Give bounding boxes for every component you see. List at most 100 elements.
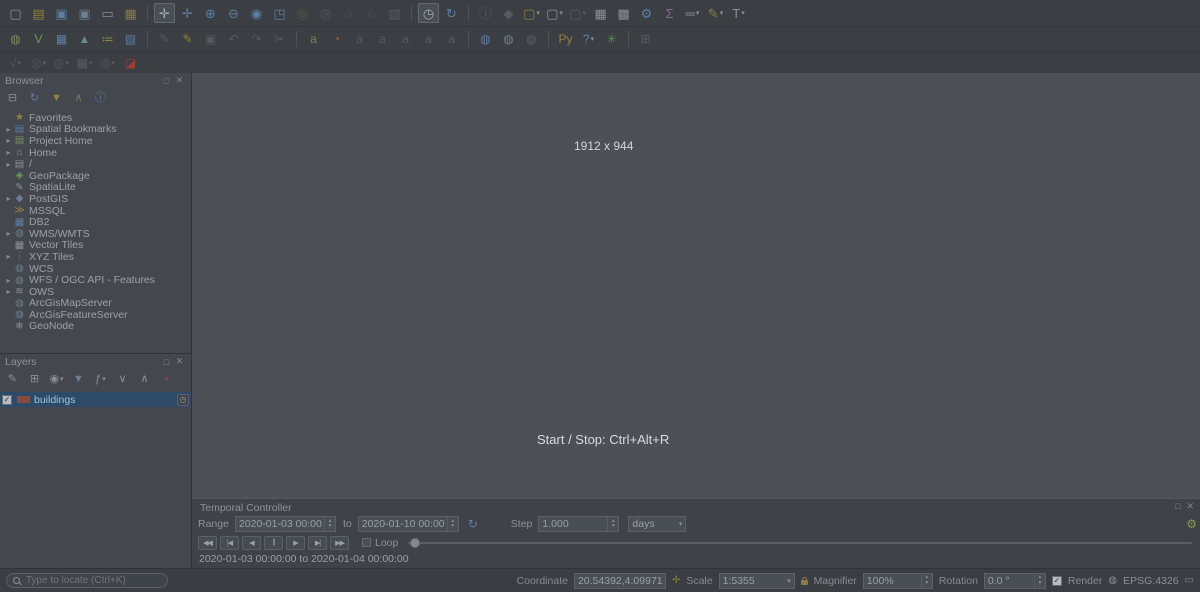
label-change-icon[interactable]: a [441, 29, 462, 49]
layer-diagram-icon[interactable]: ◔ [326, 29, 347, 49]
set-range-from-layers-icon[interactable]: ↻ [468, 517, 478, 531]
browser-collapse-icon[interactable]: ∧ [70, 90, 87, 106]
layer-styling-icon[interactable]: ✎ [4, 371, 21, 387]
zoom-full-icon[interactable]: ◳ [269, 3, 290, 23]
label-highlight-icon[interactable]: a [372, 29, 393, 49]
lock-scale-icon[interactable] [801, 580, 808, 585]
spinner-down-icon[interactable]: ▾ [1039, 581, 1042, 587]
open-project-icon[interactable]: ▤ [28, 3, 49, 23]
processing-toolbox-icon[interactable]: ⊞ [635, 29, 656, 49]
spinner-down-icon[interactable]: ▾ [612, 524, 615, 530]
browser-refresh-icon[interactable]: ↻ [26, 90, 43, 106]
fast-forward-button[interactable]: ▶▶ [330, 536, 349, 550]
temporal-controller-icon[interactable]: ◷ [418, 3, 439, 23]
render-checkbox[interactable]: ✓ [1052, 576, 1062, 586]
collapse-all-icon[interactable]: ∧ [136, 371, 153, 387]
float-panel-icon[interactable]: □ [1175, 501, 1180, 512]
osm-search-icon[interactable]: ◍ [521, 29, 542, 49]
float-panel-icon[interactable]: □ [160, 357, 173, 367]
close-panel-icon[interactable]: ✕ [173, 356, 186, 367]
browser-item-root[interactable]: ▸ ▤ / [0, 158, 191, 170]
help-icon[interactable]: ? ▾ [578, 29, 599, 49]
browser-item-vector-tiles[interactable]: ▦ Vector Tiles [0, 240, 191, 252]
filter-expression-icon[interactable]: ƒ ▾ [92, 371, 109, 387]
play-forward-button[interactable]: ▶ [286, 536, 305, 550]
layout-manager-icon[interactable]: ▦ [120, 3, 141, 23]
save-project-icon[interactable]: ▣ [51, 3, 72, 23]
zoom-next-icon[interactable]: ◌ [361, 3, 382, 23]
range-end-input[interactable] [358, 516, 459, 532]
toggle-editing-icon[interactable]: ✎ [177, 29, 198, 49]
browser-item-xyz-tiles[interactable]: ▸ ⋮ XYZ Tiles [0, 251, 191, 263]
label-rotate-icon[interactable]: a [418, 29, 439, 49]
browser-item-wms[interactable]: ▸ ◍ WMS/WMTS [0, 228, 191, 240]
close-panel-icon[interactable]: ✕ [173, 75, 186, 86]
layer-labeling-icon[interactable]: a [303, 29, 324, 49]
float-panel-icon[interactable]: □ [160, 76, 173, 86]
zoom-native-icon[interactable]: ◉ [246, 3, 267, 23]
add-delimited-text-icon[interactable]: ≔ [97, 29, 118, 49]
browser-item-postgis[interactable]: ▸ ◆ PostGIS [0, 193, 191, 205]
run-feature-action-icon[interactable]: ◆ [498, 3, 519, 23]
step-unit-combo[interactable]: days ▾ [628, 516, 686, 532]
browser-item-arcgis-feature-server[interactable]: ◍ ArcGisFeatureServer [0, 309, 191, 321]
pan-map-icon[interactable]: ✛ [154, 3, 175, 23]
filter-legend-icon[interactable]: ▼ [70, 371, 87, 387]
plugin-red-icon[interactable]: ◪ [120, 53, 141, 73]
rewind-button[interactable]: ◀◀ [198, 536, 217, 550]
zoom-out-icon[interactable]: ⊖ [223, 3, 244, 23]
zoom-last-icon[interactable]: ◌ [338, 3, 359, 23]
browser-filter-icon[interactable]: ▼ [48, 90, 65, 106]
cut-features-icon[interactable]: ✂ [269, 29, 290, 49]
open-attribute-table-icon[interactable]: ▦ [590, 3, 611, 23]
skip-to-start-button[interactable]: |◀ [220, 536, 239, 550]
add-mesh-layer-icon[interactable]: ▲ [74, 29, 95, 49]
temporal-settings-gear-icon[interactable]: ⚙ [1186, 517, 1197, 531]
browser-item-geonode[interactable]: ❄ GeoNode [0, 321, 191, 333]
field-calculator-icon[interactable]: ▩ [613, 3, 634, 23]
web-menu-icon[interactable]: ◍ [498, 29, 519, 49]
browser-item-ows[interactable]: ▸ ≋ OWS [0, 286, 191, 298]
temporal-layer-indicator-icon[interactable]: ◷ [177, 394, 189, 406]
expand-arrow-icon[interactable]: ▸ [4, 194, 13, 203]
identify-features-icon[interactable]: ⓘ [475, 3, 496, 23]
pause-button[interactable]: || [264, 536, 283, 550]
zoom-in-icon[interactable]: ⊕ [200, 3, 221, 23]
add-vector-layer-icon[interactable]: V [28, 29, 49, 49]
messages-icon[interactable]: ▭ [1185, 575, 1194, 586]
select-features-icon[interactable]: ▢ ▾ [521, 3, 542, 23]
spinner-down-icon[interactable]: ▾ [329, 524, 332, 530]
range-start-input[interactable] [235, 516, 336, 532]
circle-tool-combo-icon[interactable]: ◎ ▾ [28, 53, 49, 73]
map-canvas[interactable]: 1912 x 944 Start / Stop: Ctrl+Alt+R [192, 73, 1200, 498]
extent-marker-icon[interactable]: ✛ [672, 575, 680, 586]
new-print-layout-icon[interactable]: ▭ [97, 3, 118, 23]
temporal-slider[interactable] [408, 536, 1192, 550]
annotation-icon[interactable]: ✎ ▾ [705, 3, 726, 23]
browser-item-spatial-bookmarks[interactable]: ▸ ▤ Spatial Bookmarks [0, 124, 191, 136]
undo-icon[interactable]: ↶ [223, 29, 244, 49]
current-edits-icon[interactable]: ✎ [154, 29, 175, 49]
expand-all-icon[interactable]: ∨ [114, 371, 131, 387]
crs-globe-icon[interactable]: ◍ [1108, 575, 1117, 586]
expand-arrow-icon[interactable]: ▸ [4, 252, 13, 261]
deselect-features-icon[interactable]: ▢ ▾ [567, 3, 588, 23]
select-tool-combo-icon[interactable]: √ ▾ [5, 53, 26, 73]
metasearch-icon[interactable]: ◍ [475, 29, 496, 49]
measure-icon[interactable]: ═ ▾ [682, 3, 703, 23]
browser-item-spatialite[interactable]: ✎ SpatiaLite [0, 182, 191, 194]
statistical-summary-icon[interactable]: Σ [659, 3, 680, 23]
save-edits-icon[interactable]: ▣ [200, 29, 221, 49]
add-group-icon[interactable]: ⊞ [26, 371, 43, 387]
data-source-manager-icon[interactable]: ◍ [5, 29, 26, 49]
plugin-manager-icon[interactable]: ✳ [601, 29, 622, 49]
refresh-map-icon[interactable]: ↻ [441, 3, 462, 23]
browser-add-layers-icon[interactable]: ⊟ [4, 90, 21, 106]
slider-handle[interactable] [410, 538, 420, 548]
locator-input[interactable] [24, 574, 161, 587]
expand-arrow-icon[interactable]: ▸ [4, 125, 13, 134]
expand-arrow-icon[interactable]: ▸ [4, 287, 13, 296]
ellipse-tool-combo-icon[interactable]: ◎ ▾ [51, 53, 72, 73]
expand-arrow-icon[interactable]: ▸ [4, 160, 13, 169]
grid-tool-combo-icon[interactable]: ▦ ▾ [74, 53, 95, 73]
